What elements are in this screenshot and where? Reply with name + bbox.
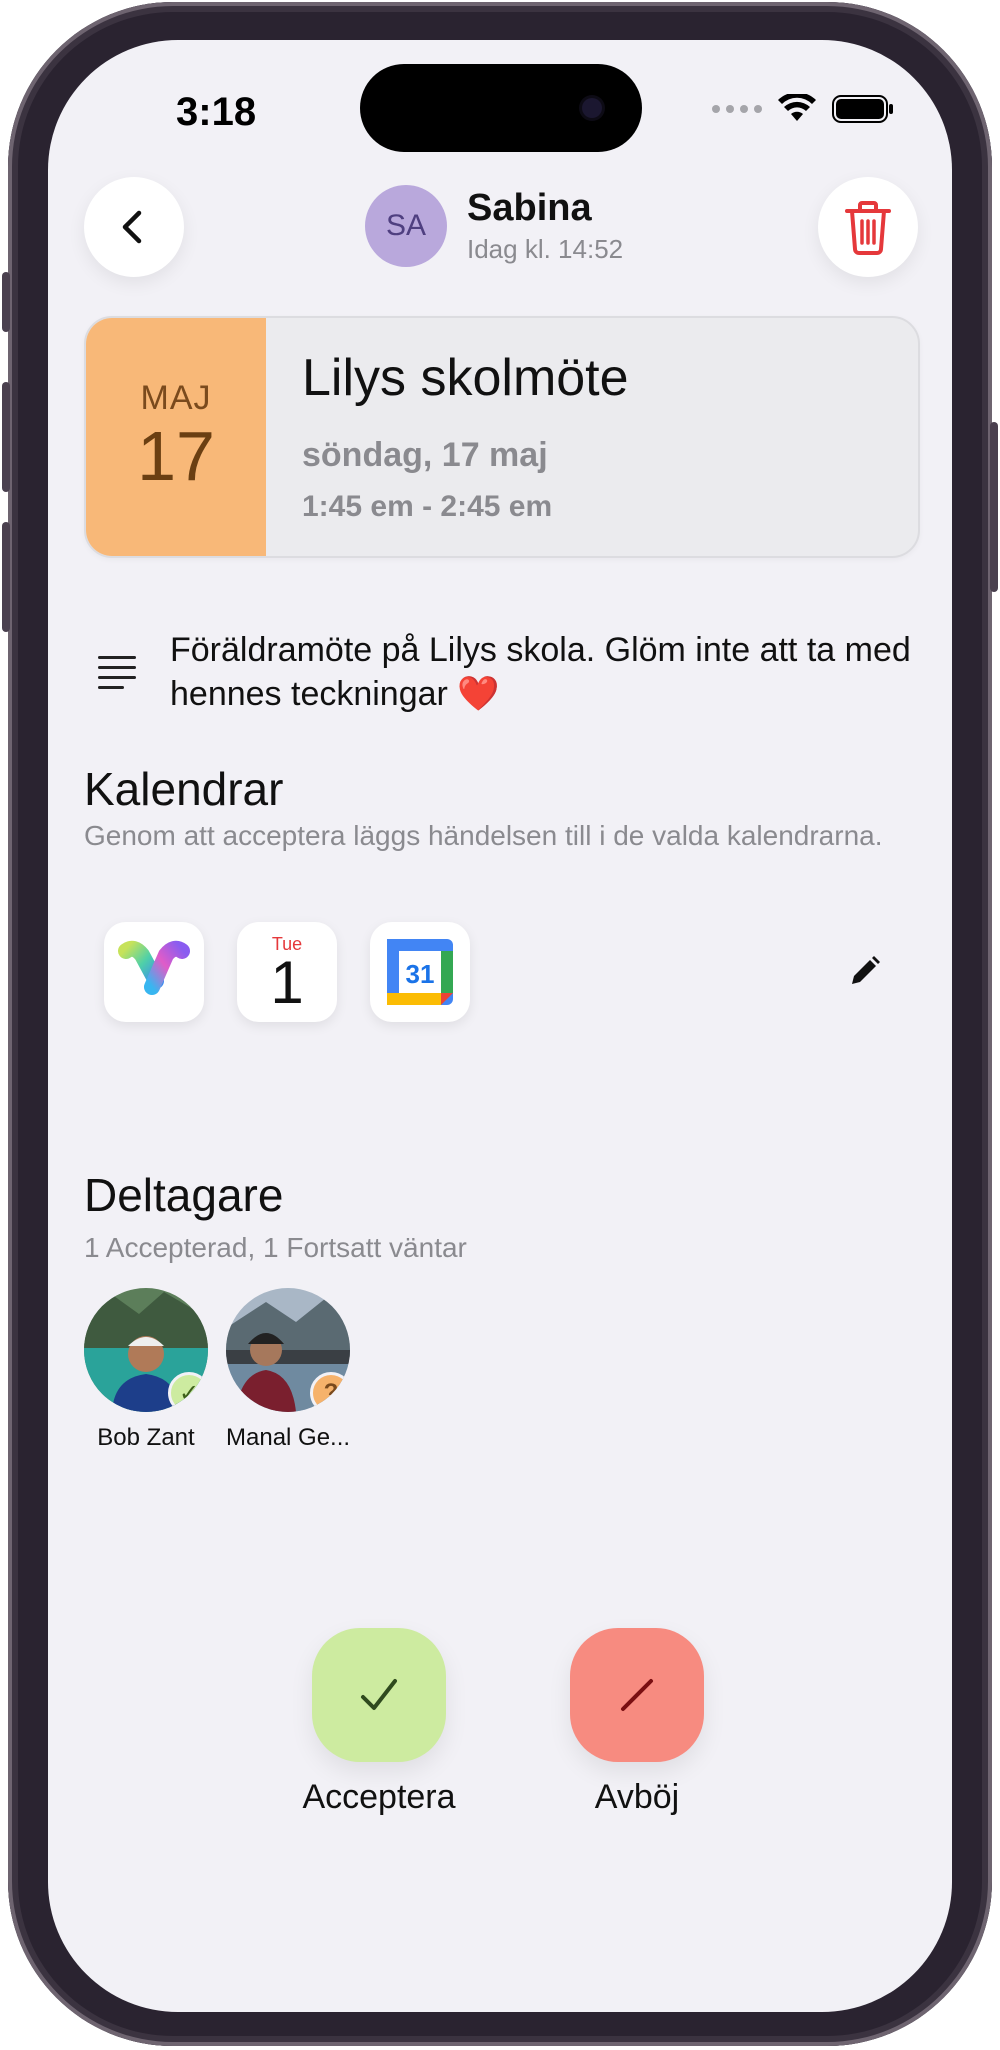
power-button bbox=[990, 422, 998, 592]
sent-time: Idag kl. 14:52 bbox=[467, 234, 624, 264]
chevron-left-icon bbox=[122, 210, 142, 244]
event-date-block: MAJ 17 bbox=[86, 318, 266, 556]
description-text: Föräldramöte på Lilys skola. Glöm inte a… bbox=[170, 631, 911, 713]
participant-photo: ? bbox=[226, 1288, 350, 1412]
slash-icon bbox=[621, 1679, 653, 1711]
pencil-icon bbox=[852, 956, 880, 984]
participant-name: Manal Ge... bbox=[226, 1424, 351, 1451]
event-card: MAJ 17 Lilys skolmöte söndag, 17 maj 1:4… bbox=[84, 316, 920, 558]
volume-up-button bbox=[2, 382, 10, 492]
back-button[interactable] bbox=[84, 177, 184, 277]
decline-button[interactable] bbox=[570, 1628, 704, 1762]
sender-info: SA Sabina Idag kl. 14:52 bbox=[365, 185, 623, 267]
event-day: 17 bbox=[137, 416, 215, 495]
wifi-icon bbox=[778, 94, 816, 121]
participant-name: Bob Zant bbox=[97, 1424, 195, 1451]
event-date: söndag, 17 maj bbox=[302, 436, 548, 474]
accepted-badge: ✓ bbox=[168, 1372, 208, 1412]
edit-calendars-button[interactable] bbox=[844, 952, 884, 997]
heart-emoji: ❤️ bbox=[457, 675, 500, 713]
apple-calendar-icon[interactable]: Tue 1 bbox=[237, 922, 337, 1022]
pending-badge: ? bbox=[310, 1372, 350, 1412]
status-icons bbox=[712, 94, 894, 124]
battery-icon bbox=[832, 95, 893, 123]
google-calendar-day: 31 bbox=[406, 959, 435, 989]
calendars-title: Kalendrar bbox=[84, 763, 284, 815]
event-time: 1:45 em - 2:45 em bbox=[302, 490, 553, 523]
checkmark-icon bbox=[361, 1679, 397, 1710]
participants-title: Deltagare bbox=[84, 1169, 284, 1221]
apple-calendar-day: 1 bbox=[270, 949, 304, 1016]
screen: 3:18 SA Sabina Idag kl. 14:52 MAJ 17 Lil… bbox=[48, 40, 952, 2012]
event-title: Lilys skolmöte bbox=[302, 349, 629, 407]
decline-label: Avböj bbox=[594, 1778, 680, 1816]
status-time: 3:18 bbox=[176, 90, 257, 134]
mute-switch bbox=[2, 272, 10, 332]
event-description: Föräldramöte på Lilys skola. Glöm inte a… bbox=[84, 628, 924, 716]
dynamic-island bbox=[360, 64, 642, 152]
calendars-subtitle: Genom att acceptera läggs händelsen till… bbox=[84, 820, 883, 851]
sender-avatar: SA bbox=[365, 185, 447, 267]
trash-icon bbox=[845, 201, 891, 255]
app-calendar-icon[interactable] bbox=[104, 922, 204, 1022]
sender-name: Sabina bbox=[467, 187, 592, 229]
delete-button[interactable] bbox=[818, 177, 918, 277]
google-calendar-logo-icon: 31 bbox=[387, 939, 453, 1005]
signal-icon bbox=[712, 105, 762, 113]
google-calendar-icon[interactable]: 31 bbox=[370, 922, 470, 1022]
accept-label: Acceptera bbox=[302, 1778, 456, 1816]
participant-manal[interactable]: ? Manal Ge... bbox=[226, 1288, 350, 1452]
v-logo-icon bbox=[118, 940, 190, 995]
text-lines-icon bbox=[84, 655, 136, 689]
event-month: MAJ bbox=[140, 378, 212, 417]
participant-bob[interactable]: ✓ Bob Zant bbox=[84, 1288, 208, 1452]
participants-subtitle: 1 Accepterad, 1 Fortsatt väntar bbox=[84, 1232, 467, 1263]
volume-down-button bbox=[2, 522, 10, 632]
participant-photo: ✓ bbox=[84, 1288, 208, 1412]
accept-button[interactable] bbox=[312, 1628, 446, 1762]
